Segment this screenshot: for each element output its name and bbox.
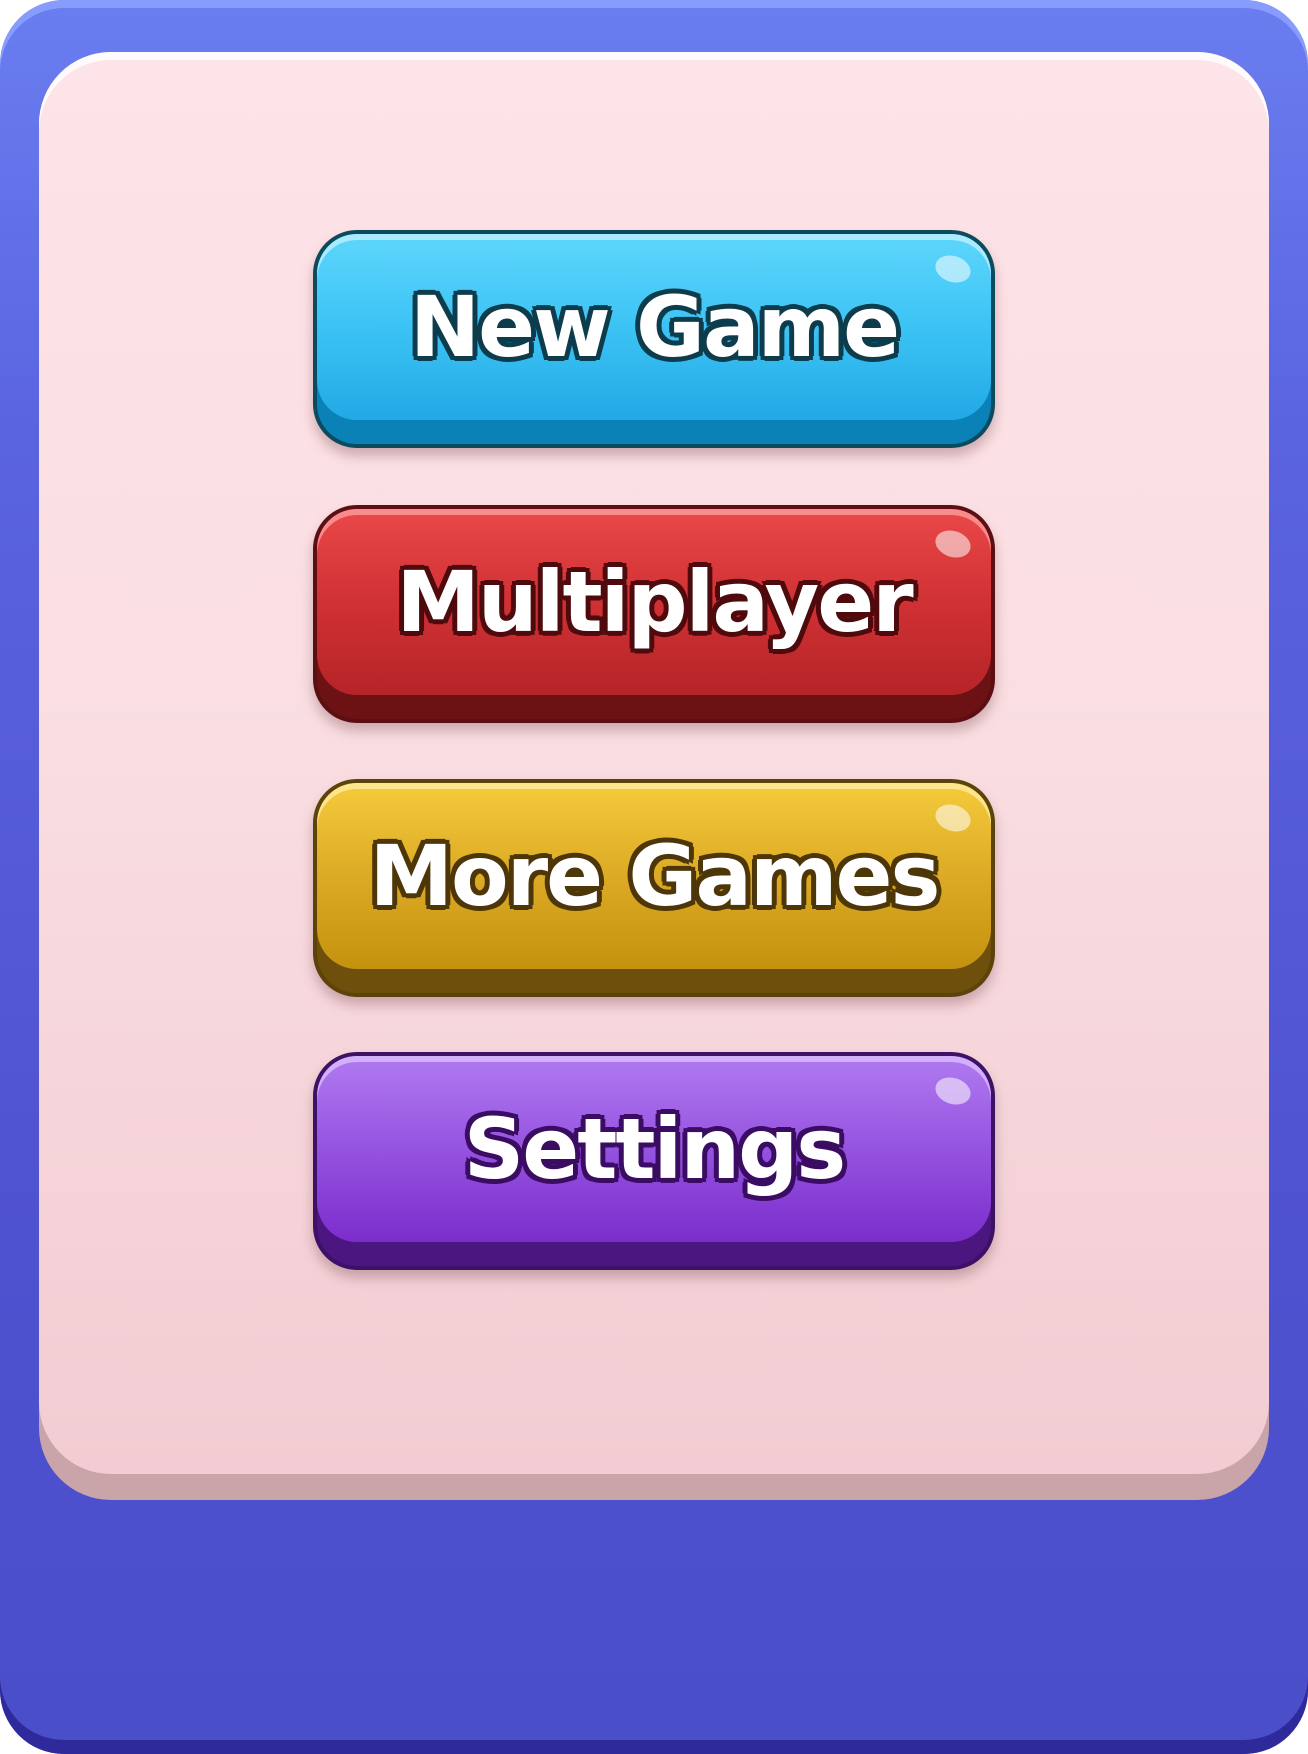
- settings-button[interactable]: Settings: [313, 1052, 995, 1270]
- new-game-button[interactable]: New Game: [313, 230, 995, 448]
- multiplayer-button[interactable]: Multiplayer: [313, 505, 995, 723]
- menu-frame: New Game Multiplayer More Games Settings: [0, 0, 1308, 1754]
- new-game-label: New Game: [409, 278, 900, 376]
- multiplayer-label: Multiplayer: [396, 553, 913, 651]
- more-games-label: More Games: [369, 827, 940, 925]
- more-games-button[interactable]: More Games: [313, 779, 995, 997]
- settings-label: Settings: [463, 1100, 847, 1198]
